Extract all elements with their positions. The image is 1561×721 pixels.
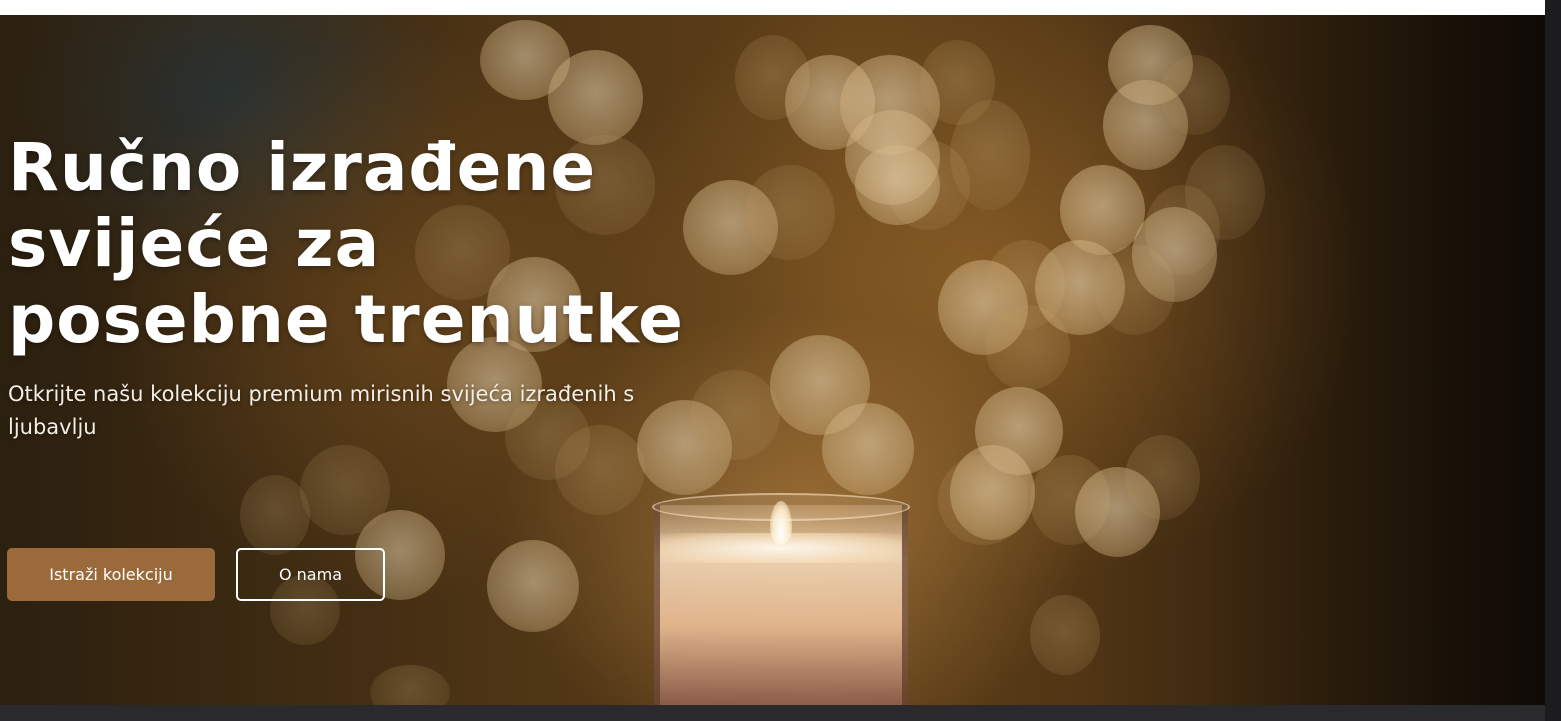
header-strip: [0, 0, 1545, 15]
hero-actions: Istraži kolekciju O nama: [7, 548, 385, 601]
explore-collection-button[interactable]: Istraži kolekciju: [7, 548, 215, 601]
hero-content: Ručno izrađene svijeće za posebne trenut…: [8, 130, 688, 444]
scrollbar[interactable]: [1545, 0, 1561, 721]
hero-subtitle: Otkrijte našu kolekciju premium mirisnih…: [8, 382, 635, 439]
next-section-edge: [0, 705, 1545, 721]
about-us-button[interactable]: O nama: [236, 548, 385, 601]
candle-image: [652, 493, 912, 705]
browser-viewport: Ručno izrađene svijeće za posebne trenut…: [0, 0, 1561, 721]
hero-section: Ručno izrađene svijeće za posebne trenut…: [0, 15, 1545, 705]
hero-title: Ručno izrađene svijeće za posebne trenut…: [8, 129, 684, 358]
